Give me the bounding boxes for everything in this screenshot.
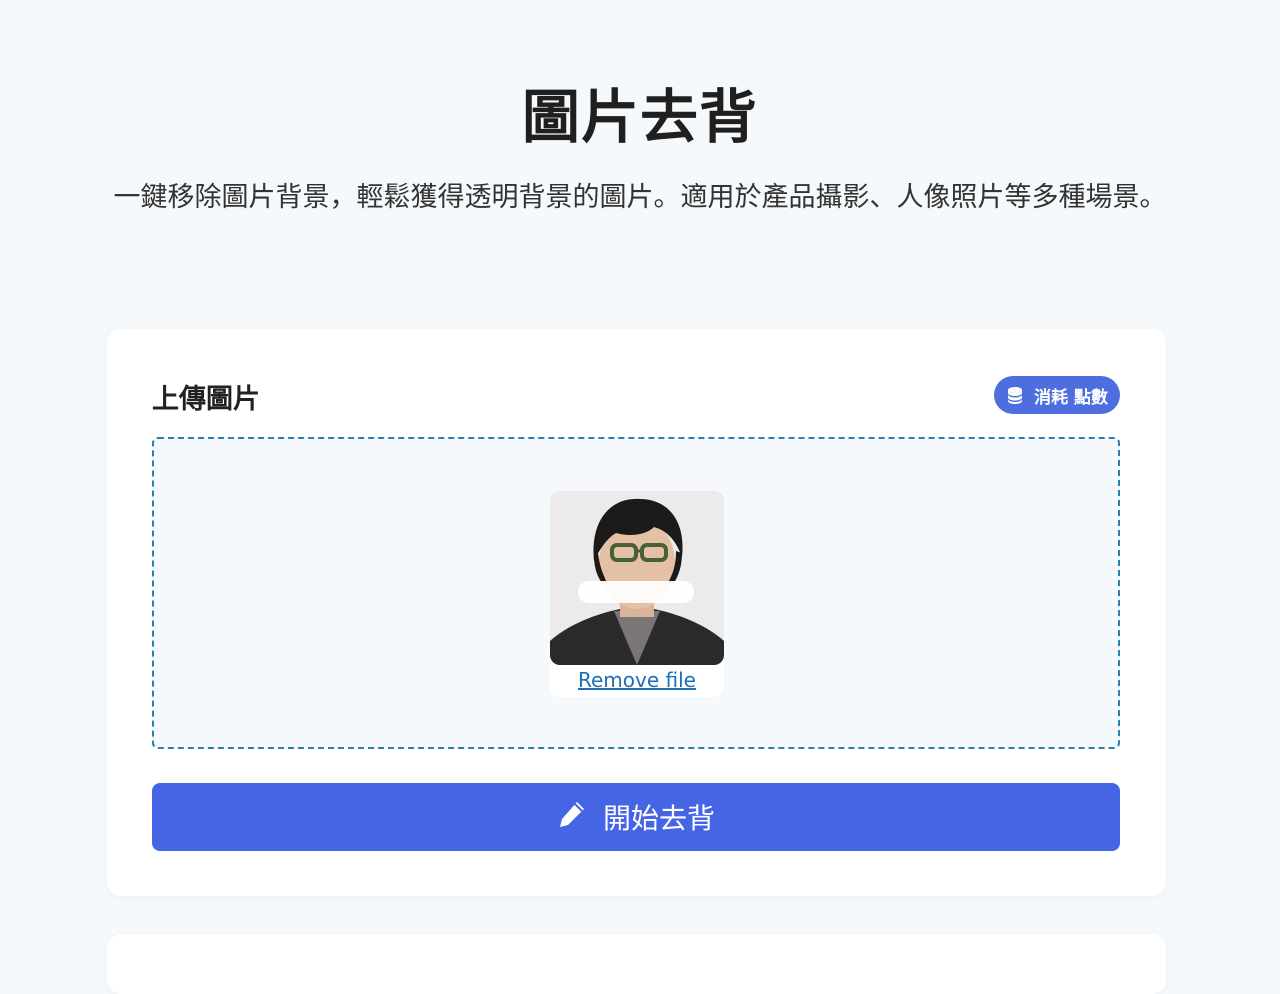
pencil-icon	[557, 799, 587, 836]
upload-card: 上傳圖片 消耗 點數 Remove file 開始去背	[107, 329, 1166, 896]
page-subtitle: 一鍵移除圖片背景，輕鬆獲得透明背景的圖片。適用於產品攝影、人像照片等多種場景。	[113, 182, 1167, 213]
coins-icon	[1006, 386, 1026, 404]
upload-card-title: 上傳圖片	[152, 384, 260, 415]
file-dropzone[interactable]: Remove file	[152, 437, 1120, 749]
credits-badge: 消耗 點數	[994, 376, 1120, 414]
start-button-label: 開始去背	[602, 802, 715, 835]
credits-badge-label: 消耗 點數	[1034, 387, 1108, 408]
file-preview: Remove file	[550, 491, 724, 697]
result-card	[107, 934, 1166, 994]
remove-file-link[interactable]: Remove file	[550, 665, 724, 695]
uploaded-image-thumbnail	[550, 491, 724, 665]
start-remove-background-button[interactable]: 開始去背	[152, 783, 1120, 851]
page-title: 圖片去背	[521, 83, 758, 151]
